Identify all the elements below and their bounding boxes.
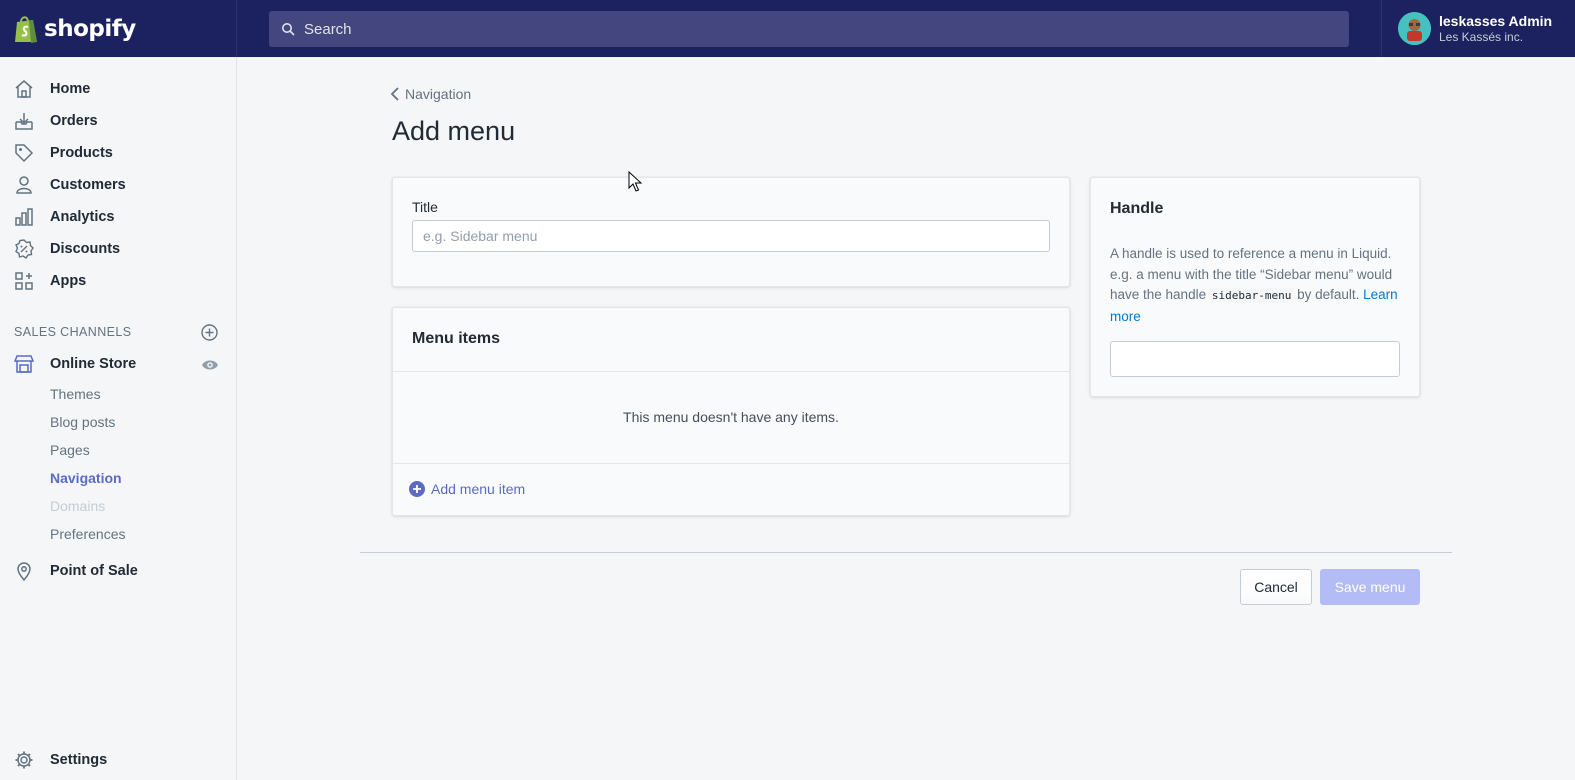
top-bar: shopify leskasses Admin Les Kassés inc. (0, 0, 1575, 57)
sidebar-item-settings[interactable]: Settings (14, 748, 107, 772)
handle-input[interactable] (1110, 341, 1400, 377)
home-icon (15, 80, 33, 98)
account-menu[interactable]: leskasses Admin Les Kassés inc. (1381, 0, 1575, 57)
sidebar-item-label: Apps (50, 273, 87, 289)
orders-icon (15, 113, 33, 130)
avatar (1398, 12, 1431, 45)
sidebar-subitem-themes[interactable]: Themes (50, 386, 101, 402)
sidebar-item-orders[interactable]: Orders (14, 109, 98, 133)
title-label: Title (412, 199, 438, 215)
breadcrumb-link[interactable]: Navigation (405, 86, 471, 102)
sidebar-item-apps[interactable]: Apps (14, 269, 86, 293)
page-title: Add menu (392, 116, 516, 146)
sidebar-item-label: Online Store (50, 356, 137, 372)
divider (393, 463, 1069, 464)
search-input[interactable] (304, 20, 1304, 38)
account-store: Les Kassés inc. (1439, 29, 1524, 44)
store-icon (14, 355, 34, 373)
mouse-cursor-icon (628, 171, 642, 192)
sidebar-item-point-of-sale[interactable]: Point of Sale (14, 559, 138, 583)
sidebar-item-customers[interactable]: Customers (14, 173, 126, 197)
sidebar-item-label: Analytics (50, 209, 115, 225)
bar-chart-icon (15, 208, 33, 226)
sidebar-subitem-preferences[interactable]: Preferences (50, 526, 125, 542)
sidebar-item-label: Discounts (50, 241, 121, 257)
handle-description: A handle is used to reference a menu in … (1110, 244, 1405, 327)
location-pin-icon (17, 562, 31, 581)
sidebar-subitem-blog-posts[interactable]: Blog posts (50, 414, 115, 430)
sidebar-item-discounts[interactable]: Discounts (14, 237, 120, 261)
cancel-button[interactable]: Cancel (1240, 569, 1312, 605)
chevron-left-icon (390, 87, 399, 101)
sidebar-subitem-navigation[interactable]: Navigation (50, 470, 122, 486)
sidebar-item-products[interactable]: Products (14, 141, 113, 165)
footer-divider (360, 552, 1452, 553)
handle-code-sample: sidebar-menu (1209, 288, 1294, 303)
brand-wordmark: shopify (44, 15, 136, 42)
handle-desc-text: by default. (1293, 287, 1364, 302)
empty-state-text: This menu doesn't have any items. (623, 409, 839, 425)
tag-icon (15, 144, 34, 163)
add-menu-item-label: Add menu item (431, 481, 526, 497)
title-input[interactable] (412, 220, 1050, 252)
avatar-image-icon (1398, 12, 1431, 45)
plus-circle-icon (409, 481, 425, 497)
person-icon (16, 176, 32, 194)
breadcrumb[interactable]: Navigation (390, 86, 471, 102)
add-sales-channel-icon[interactable] (201, 324, 218, 341)
save-menu-button[interactable]: Save menu (1320, 569, 1420, 605)
shopify-bag-icon (15, 15, 37, 43)
sidebar-subitem-domains: Domains (50, 498, 106, 514)
discount-icon (15, 239, 34, 259)
apps-icon (15, 272, 33, 290)
sidebar-item-home[interactable]: Home (14, 77, 90, 101)
sidebar-item-label: Orders (50, 113, 98, 129)
sidebar-item-label: Products (50, 145, 113, 161)
sidebar-subitem-pages[interactable]: Pages (50, 442, 90, 458)
sidebar-item-label: Point of Sale (50, 563, 138, 579)
eye-icon[interactable] (201, 358, 219, 372)
sidebar-item-label: Home (50, 81, 91, 97)
search-bar[interactable] (269, 11, 1349, 47)
sales-channels-label: SALES CHANNELS (14, 325, 132, 339)
sidebar: Home Orders Products Customers Analytics… (0, 57, 237, 780)
sidebar-item-label: Settings (50, 752, 108, 768)
divider (393, 371, 1069, 372)
shopify-logo[interactable]: shopify (0, 0, 237, 57)
account-name: leskasses Admin (1439, 12, 1553, 29)
menu-items-heading: Menu items (412, 330, 501, 347)
sidebar-item-label: Customers (50, 177, 126, 193)
add-menu-item-button[interactable]: Add menu item (409, 481, 525, 497)
search-icon (282, 23, 295, 36)
sidebar-item-online-store[interactable]: Online Store (14, 352, 136, 376)
handle-heading: Handle (1110, 200, 1164, 217)
sidebar-item-analytics[interactable]: Analytics (14, 205, 114, 229)
gear-icon (15, 751, 33, 769)
